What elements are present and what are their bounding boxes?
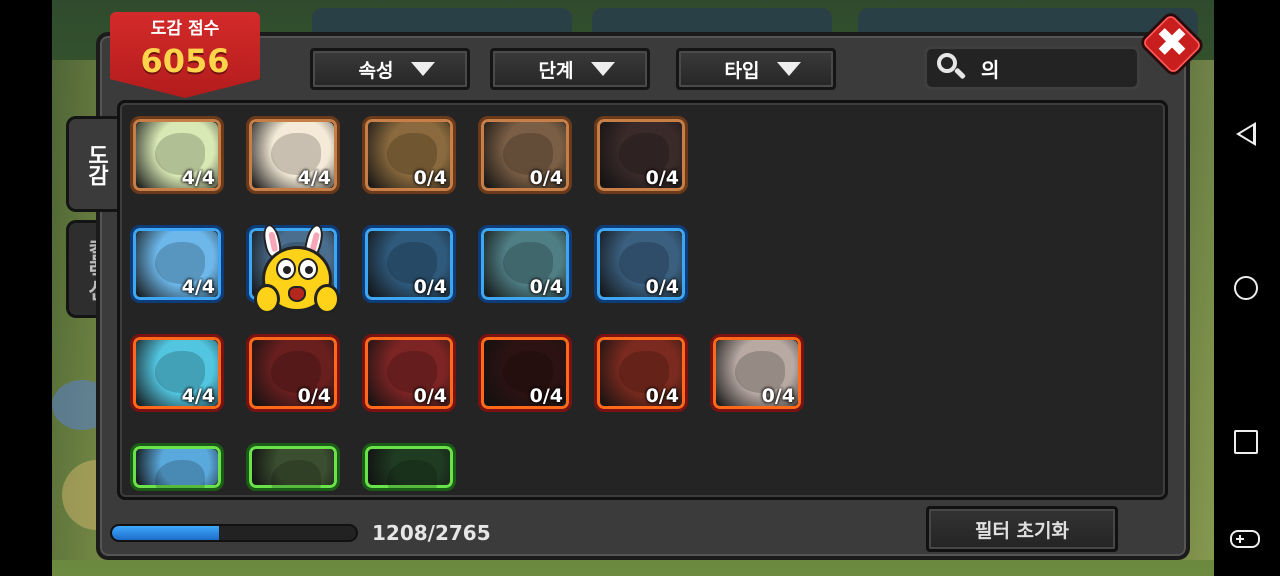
emoji-hand-left <box>254 284 280 314</box>
reset-filter-label: 필터 초기화 <box>974 519 1069 542</box>
creature-count: 0/4 <box>413 167 447 189</box>
close-icon[interactable]: ✖ <box>1152 20 1192 66</box>
score-value: 6056 <box>140 42 230 80</box>
creature-count: 0/4 <box>645 167 679 189</box>
back-icon-inner <box>1240 126 1253 142</box>
creature-count: 4/4 <box>297 167 331 189</box>
search-input[interactable] <box>981 56 1131 80</box>
bunny-emoji-overlay <box>252 222 342 324</box>
reset-filter-button[interactable]: 필터 초기화 <box>926 506 1118 552</box>
creature-count: 4/4 <box>181 167 215 189</box>
creature-card[interactable]: 0/4 <box>362 116 456 194</box>
creature-silhouette <box>387 460 437 488</box>
chevron-down-icon <box>777 62 802 76</box>
collection-progress-text: 1208/2765 <box>372 521 491 545</box>
search-icon <box>935 51 969 85</box>
creature-card[interactable]: 0/4 <box>246 334 340 412</box>
filter-stage-dropdown[interactable]: 단계 <box>490 48 650 90</box>
creature-card[interactable]: 4/4 <box>246 116 340 194</box>
filter-attribute-label: 속성 <box>358 59 394 82</box>
creature-card[interactable] <box>246 443 340 491</box>
emoji-eye-left <box>276 258 296 280</box>
creature-card[interactable] <box>362 443 456 491</box>
filter-type-dropdown[interactable]: 타입 <box>676 48 836 90</box>
chevron-down-icon <box>591 62 616 76</box>
creature-card[interactable]: 0/4 <box>594 225 688 303</box>
creature-silhouette <box>155 460 205 488</box>
filter-stage-label: 단계 <box>538 59 574 82</box>
gamepad-icon[interactable] <box>1230 530 1260 548</box>
creature-card[interactable]: 0/4 <box>362 225 456 303</box>
tab-dex[interactable]: 도감 <box>66 116 122 212</box>
creature-count: 0/4 <box>529 167 563 189</box>
emoji-mouth <box>288 286 306 302</box>
creature-count: 0/4 <box>529 385 563 407</box>
creature-count: 0/4 <box>645 385 679 407</box>
creature-card[interactable]: 4/4 <box>130 225 224 303</box>
recent-apps-icon[interactable] <box>1234 430 1258 454</box>
creature-count: 4/4 <box>181 385 215 407</box>
creature-count: 0/4 <box>645 276 679 298</box>
creature-count: 0/4 <box>413 385 447 407</box>
creature-count: 0/4 <box>413 276 447 298</box>
filter-type-label: 타입 <box>724 59 760 82</box>
creature-card[interactable]: 0/4 <box>594 334 688 412</box>
creature-card[interactable]: 0/4 <box>478 225 572 303</box>
collection-progress-bar <box>110 524 358 542</box>
creature-card[interactable]: 0/4 <box>594 116 688 194</box>
creature-count: 0/4 <box>297 385 331 407</box>
tab-dex-label: 도감 <box>83 144 109 184</box>
filter-attribute-dropdown[interactable]: 속성 <box>310 48 470 90</box>
creature-count: 0/4 <box>761 385 795 407</box>
home-icon[interactable] <box>1234 276 1258 300</box>
creature-card[interactable]: 0/4 <box>478 116 572 194</box>
creature-card[interactable]: 0/4 <box>362 334 456 412</box>
chevron-down-icon <box>411 62 436 76</box>
progress-fill <box>112 526 219 540</box>
creature-silhouette <box>271 460 321 488</box>
creature-card[interactable]: 4/4 <box>130 116 224 194</box>
creature-card[interactable]: 0/4 <box>710 334 804 412</box>
creature-count: 4/4 <box>181 276 215 298</box>
creature-card[interactable]: 0/4 <box>478 334 572 412</box>
search-box[interactable] <box>924 46 1140 90</box>
score-label: 도감 점수 <box>150 19 220 39</box>
creature-card[interactable] <box>130 443 224 491</box>
emoji-eye-right <box>298 258 318 280</box>
creature-card[interactable]: 4/4 <box>130 334 224 412</box>
emoji-hand-right <box>314 284 340 314</box>
creature-count: 0/4 <box>529 276 563 298</box>
